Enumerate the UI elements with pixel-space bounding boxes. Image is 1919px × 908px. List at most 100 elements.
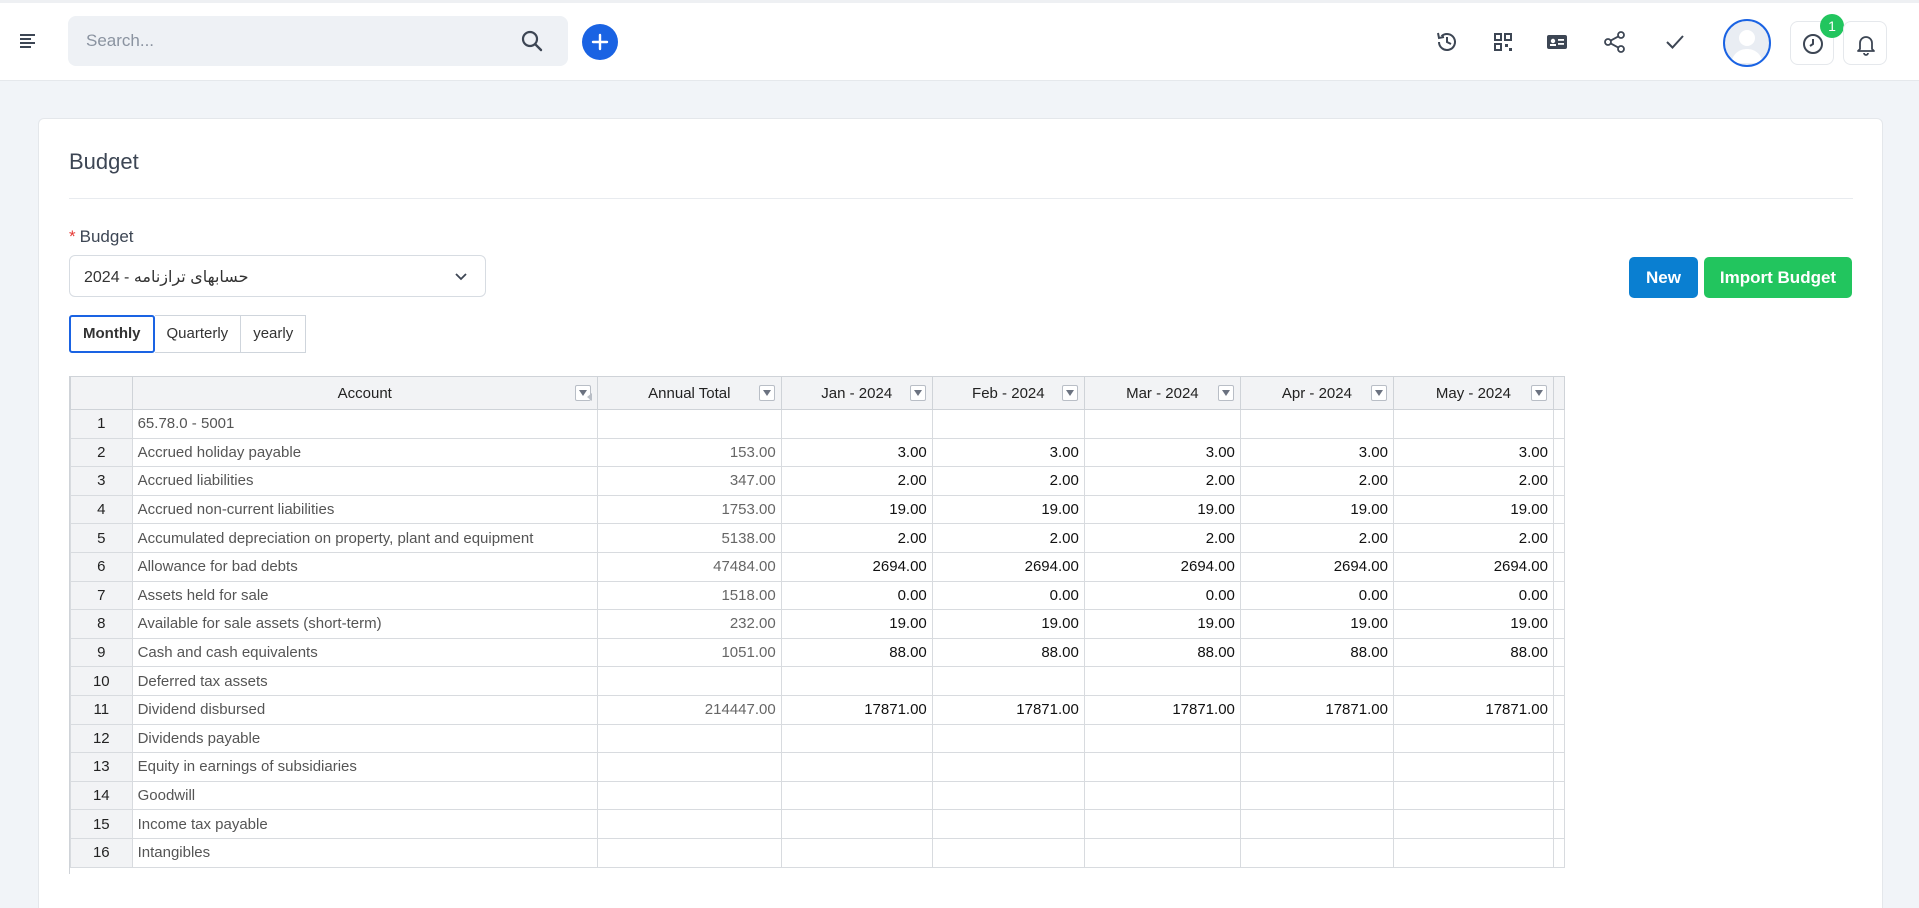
month-value-cell[interactable] xyxy=(780,666,933,696)
table-row[interactable]: 4 Accrued non-current liabilities 1753.00 1… xyxy=(70,494,1565,525)
month-value-cell[interactable] xyxy=(1083,409,1241,439)
month-value-cell[interactable] xyxy=(780,780,933,811)
month-value-cell[interactable]: 88.00 xyxy=(780,637,933,668)
month-value-cell[interactable]: 19.00 xyxy=(931,609,1085,639)
table-row[interactable]: 10 Deferred tax assets xyxy=(70,666,1565,696)
annual-total-cell[interactable] xyxy=(596,752,782,782)
account-cell[interactable]: Cash and cash equivalents xyxy=(131,637,598,668)
month-value-cell[interactable]: 0.00 xyxy=(931,580,1085,611)
share-icon[interactable] xyxy=(1602,29,1628,55)
column-header[interactable]: May - 2024 xyxy=(1392,376,1554,410)
month-value-cell[interactable] xyxy=(1392,809,1554,839)
month-value-cell[interactable] xyxy=(1083,780,1241,811)
account-cell[interactable]: Accrued non-current liabilities xyxy=(131,494,598,525)
table-row[interactable]: 16 Intangibles xyxy=(70,837,1565,868)
month-value-cell[interactable]: 19.00 xyxy=(1392,494,1554,525)
table-row[interactable]: 3 Accrued liabilities 347.00 2.00 2.00 2.00 2.… xyxy=(70,466,1565,496)
account-cell[interactable]: Accrued holiday payable xyxy=(131,437,598,468)
account-cell[interactable]: 65.78.0 - 5001 xyxy=(131,409,598,439)
annual-total-cell[interactable] xyxy=(596,409,782,439)
month-value-cell[interactable] xyxy=(1239,409,1394,439)
table-row[interactable]: 13 Equity in earnings of subsidiaries xyxy=(70,752,1565,782)
table-row[interactable]: 14 Goodwill xyxy=(70,780,1565,811)
month-value-cell[interactable] xyxy=(1239,666,1394,696)
table-row[interactable]: 8 Available for sale assets (short-term) 2… xyxy=(70,609,1565,639)
month-value-cell[interactable]: 2.00 xyxy=(1239,466,1394,496)
account-cell[interactable]: Deferred tax assets xyxy=(131,666,598,696)
account-cell[interactable]: Accumulated depreciation on property, pl… xyxy=(131,523,598,553)
month-value-cell[interactable] xyxy=(931,723,1085,754)
annual-total-cell[interactable] xyxy=(596,809,782,839)
account-cell[interactable]: Available for sale assets (short-term) xyxy=(131,609,598,639)
month-value-cell[interactable]: 2.00 xyxy=(931,523,1085,553)
month-value-cell[interactable]: 17871.00 xyxy=(1239,694,1394,725)
column-header[interactable]: Apr - 2024 xyxy=(1239,376,1394,410)
month-value-cell[interactable]: 2694.00 xyxy=(1239,551,1394,582)
month-value-cell[interactable]: 3.00 xyxy=(1392,437,1554,468)
month-value-cell[interactable] xyxy=(1239,780,1394,811)
month-value-cell[interactable] xyxy=(780,723,933,754)
month-value-cell[interactable]: 0.00 xyxy=(1392,580,1554,611)
month-value-cell[interactable]: 17871.00 xyxy=(931,694,1085,725)
month-value-cell[interactable]: 88.00 xyxy=(1083,637,1241,668)
search-icon[interactable] xyxy=(520,29,544,53)
month-value-cell[interactable] xyxy=(1392,723,1554,754)
month-value-cell[interactable] xyxy=(931,780,1085,811)
account-cell[interactable]: Goodwill xyxy=(131,780,598,811)
month-value-cell[interactable]: 17871.00 xyxy=(1083,694,1241,725)
annual-total-cell[interactable]: 214447.00 xyxy=(596,694,782,725)
month-value-cell[interactable] xyxy=(780,837,933,868)
table-row[interactable]: 1 65.78.0 - 5001 xyxy=(70,409,1565,439)
budget-select[interactable]: 2024 - حسابهای ترازنامه xyxy=(69,255,486,297)
search-input[interactable] xyxy=(86,16,486,66)
avatar[interactable] xyxy=(1723,19,1771,67)
annual-total-cell[interactable]: 347.00 xyxy=(596,466,782,496)
month-value-cell[interactable] xyxy=(1239,723,1394,754)
month-value-cell[interactable] xyxy=(1392,752,1554,782)
month-value-cell[interactable] xyxy=(1083,723,1241,754)
account-cell[interactable]: Dividends payable xyxy=(131,723,598,754)
month-value-cell[interactable]: 3.00 xyxy=(780,437,933,468)
account-cell[interactable]: Allowance for bad debts xyxy=(131,551,598,582)
period-tab-quarterly[interactable]: Quarterly xyxy=(154,315,242,353)
month-value-cell[interactable]: 2.00 xyxy=(1239,523,1394,553)
table-row[interactable]: 9 Cash and cash equivalents 1051.00 88.00 88… xyxy=(70,637,1565,668)
month-value-cell[interactable]: 2.00 xyxy=(1392,466,1554,496)
month-value-cell[interactable]: 2.00 xyxy=(780,523,933,553)
month-value-cell[interactable]: 19.00 xyxy=(1392,609,1554,639)
notifications-button[interactable] xyxy=(1843,21,1887,65)
month-value-cell[interactable]: 17871.00 xyxy=(780,694,933,725)
month-value-cell[interactable]: 2.00 xyxy=(1083,523,1241,553)
month-value-cell[interactable] xyxy=(1392,666,1554,696)
month-value-cell[interactable]: 0.00 xyxy=(780,580,933,611)
table-row[interactable]: 15 Income tax payable xyxy=(70,809,1565,839)
month-value-cell[interactable]: 3.00 xyxy=(1083,437,1241,468)
month-value-cell[interactable]: 3.00 xyxy=(1239,437,1394,468)
month-value-cell[interactable]: 19.00 xyxy=(1239,494,1394,525)
import-budget-button[interactable]: Import Budget xyxy=(1704,257,1852,298)
filter-dropdown-icon[interactable] xyxy=(1530,385,1547,401)
add-button[interactable] xyxy=(582,24,618,60)
annual-total-cell[interactable] xyxy=(596,837,782,868)
month-value-cell[interactable]: 0.00 xyxy=(1083,580,1241,611)
month-value-cell[interactable] xyxy=(1083,752,1241,782)
month-value-cell[interactable]: 88.00 xyxy=(1239,637,1394,668)
annual-total-cell[interactable]: 5138.00 xyxy=(596,523,782,553)
month-value-cell[interactable]: 2.00 xyxy=(931,466,1085,496)
month-value-cell[interactable]: 2.00 xyxy=(1083,466,1241,496)
filter-dropdown-icon[interactable] xyxy=(1061,385,1078,401)
month-value-cell[interactable]: 88.00 xyxy=(931,637,1085,668)
month-value-cell[interactable] xyxy=(931,809,1085,839)
month-value-cell[interactable]: 2694.00 xyxy=(1392,551,1554,582)
annual-total-cell[interactable]: 153.00 xyxy=(596,437,782,468)
month-value-cell[interactable]: 2.00 xyxy=(1392,523,1554,553)
period-tab-monthly[interactable]: Monthly xyxy=(69,315,155,353)
column-header[interactable]: Annual Total xyxy=(596,376,782,410)
qr-code-icon[interactable] xyxy=(1490,29,1516,55)
month-value-cell[interactable]: 19.00 xyxy=(1083,494,1241,525)
annual-total-cell[interactable]: 1051.00 xyxy=(596,637,782,668)
month-value-cell[interactable] xyxy=(780,409,933,439)
month-value-cell[interactable]: 2694.00 xyxy=(780,551,933,582)
month-value-cell[interactable]: 19.00 xyxy=(780,494,933,525)
history-icon[interactable] xyxy=(1434,29,1460,55)
